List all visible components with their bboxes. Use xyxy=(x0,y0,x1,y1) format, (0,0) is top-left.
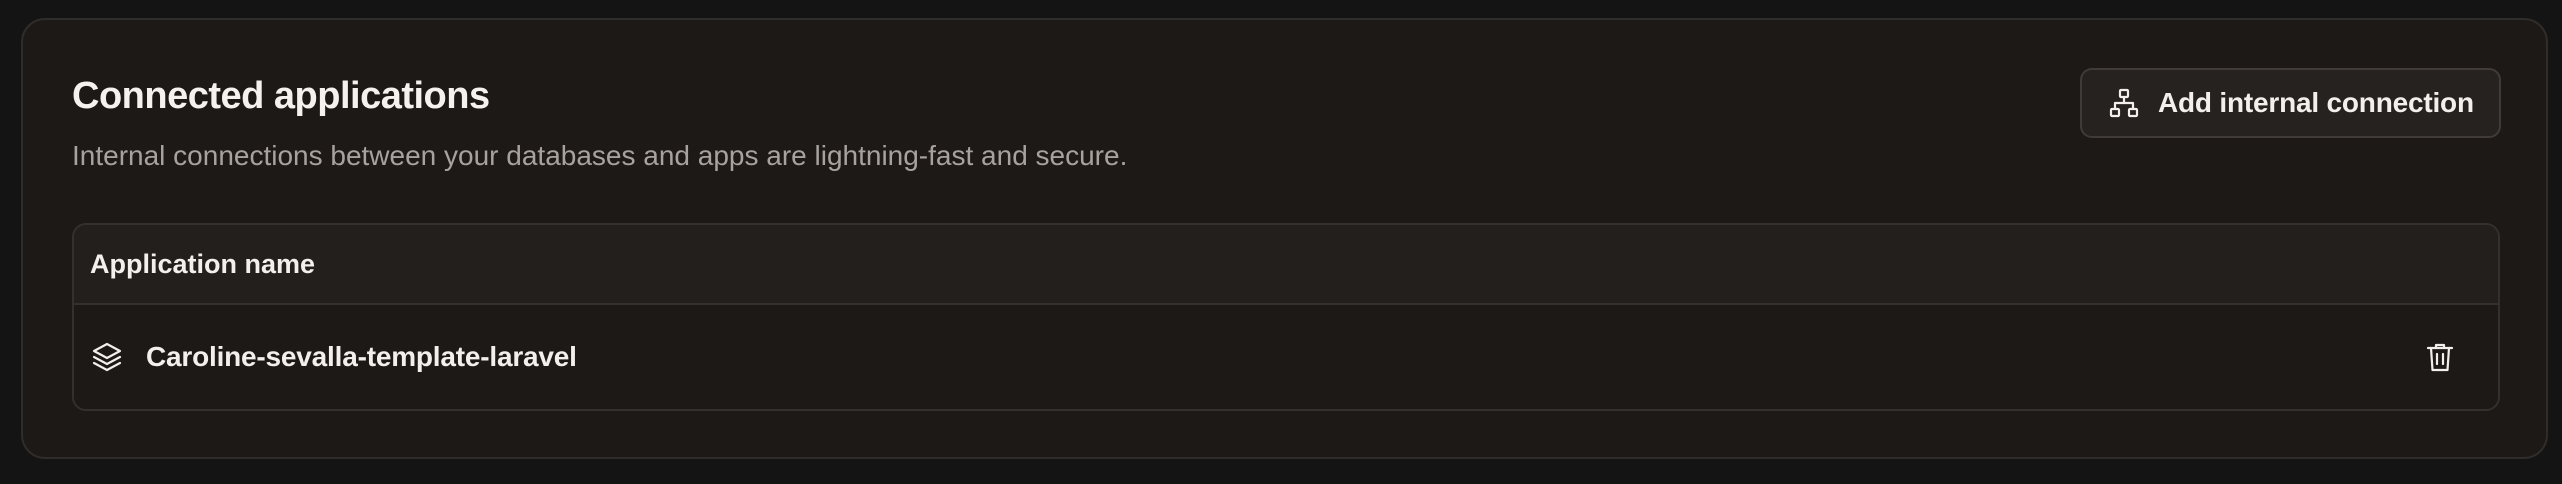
trash-icon xyxy=(2425,341,2455,373)
applications-table: Application name Caroline-sevalla-templa… xyxy=(72,223,2500,411)
connected-applications-card: Connected applications Internal connecti… xyxy=(21,18,2548,459)
add-internal-connection-button[interactable]: Add internal connection xyxy=(2080,68,2501,138)
delete-connection-button[interactable] xyxy=(2420,337,2460,377)
column-header-application-name: Application name xyxy=(90,248,316,279)
table-header: Application name xyxy=(74,225,2498,305)
section-title: Connected applications xyxy=(72,75,490,117)
layers-icon xyxy=(90,340,124,374)
section-subtitle: Internal connections between your databa… xyxy=(72,140,1128,171)
add-internal-connection-label: Add internal connection xyxy=(2158,87,2474,118)
network-hierarchy-icon xyxy=(2108,87,2140,119)
table-row: Caroline-sevalla-template-laravel xyxy=(74,305,2498,409)
application-name: Caroline-sevalla-template-laravel xyxy=(146,341,577,372)
